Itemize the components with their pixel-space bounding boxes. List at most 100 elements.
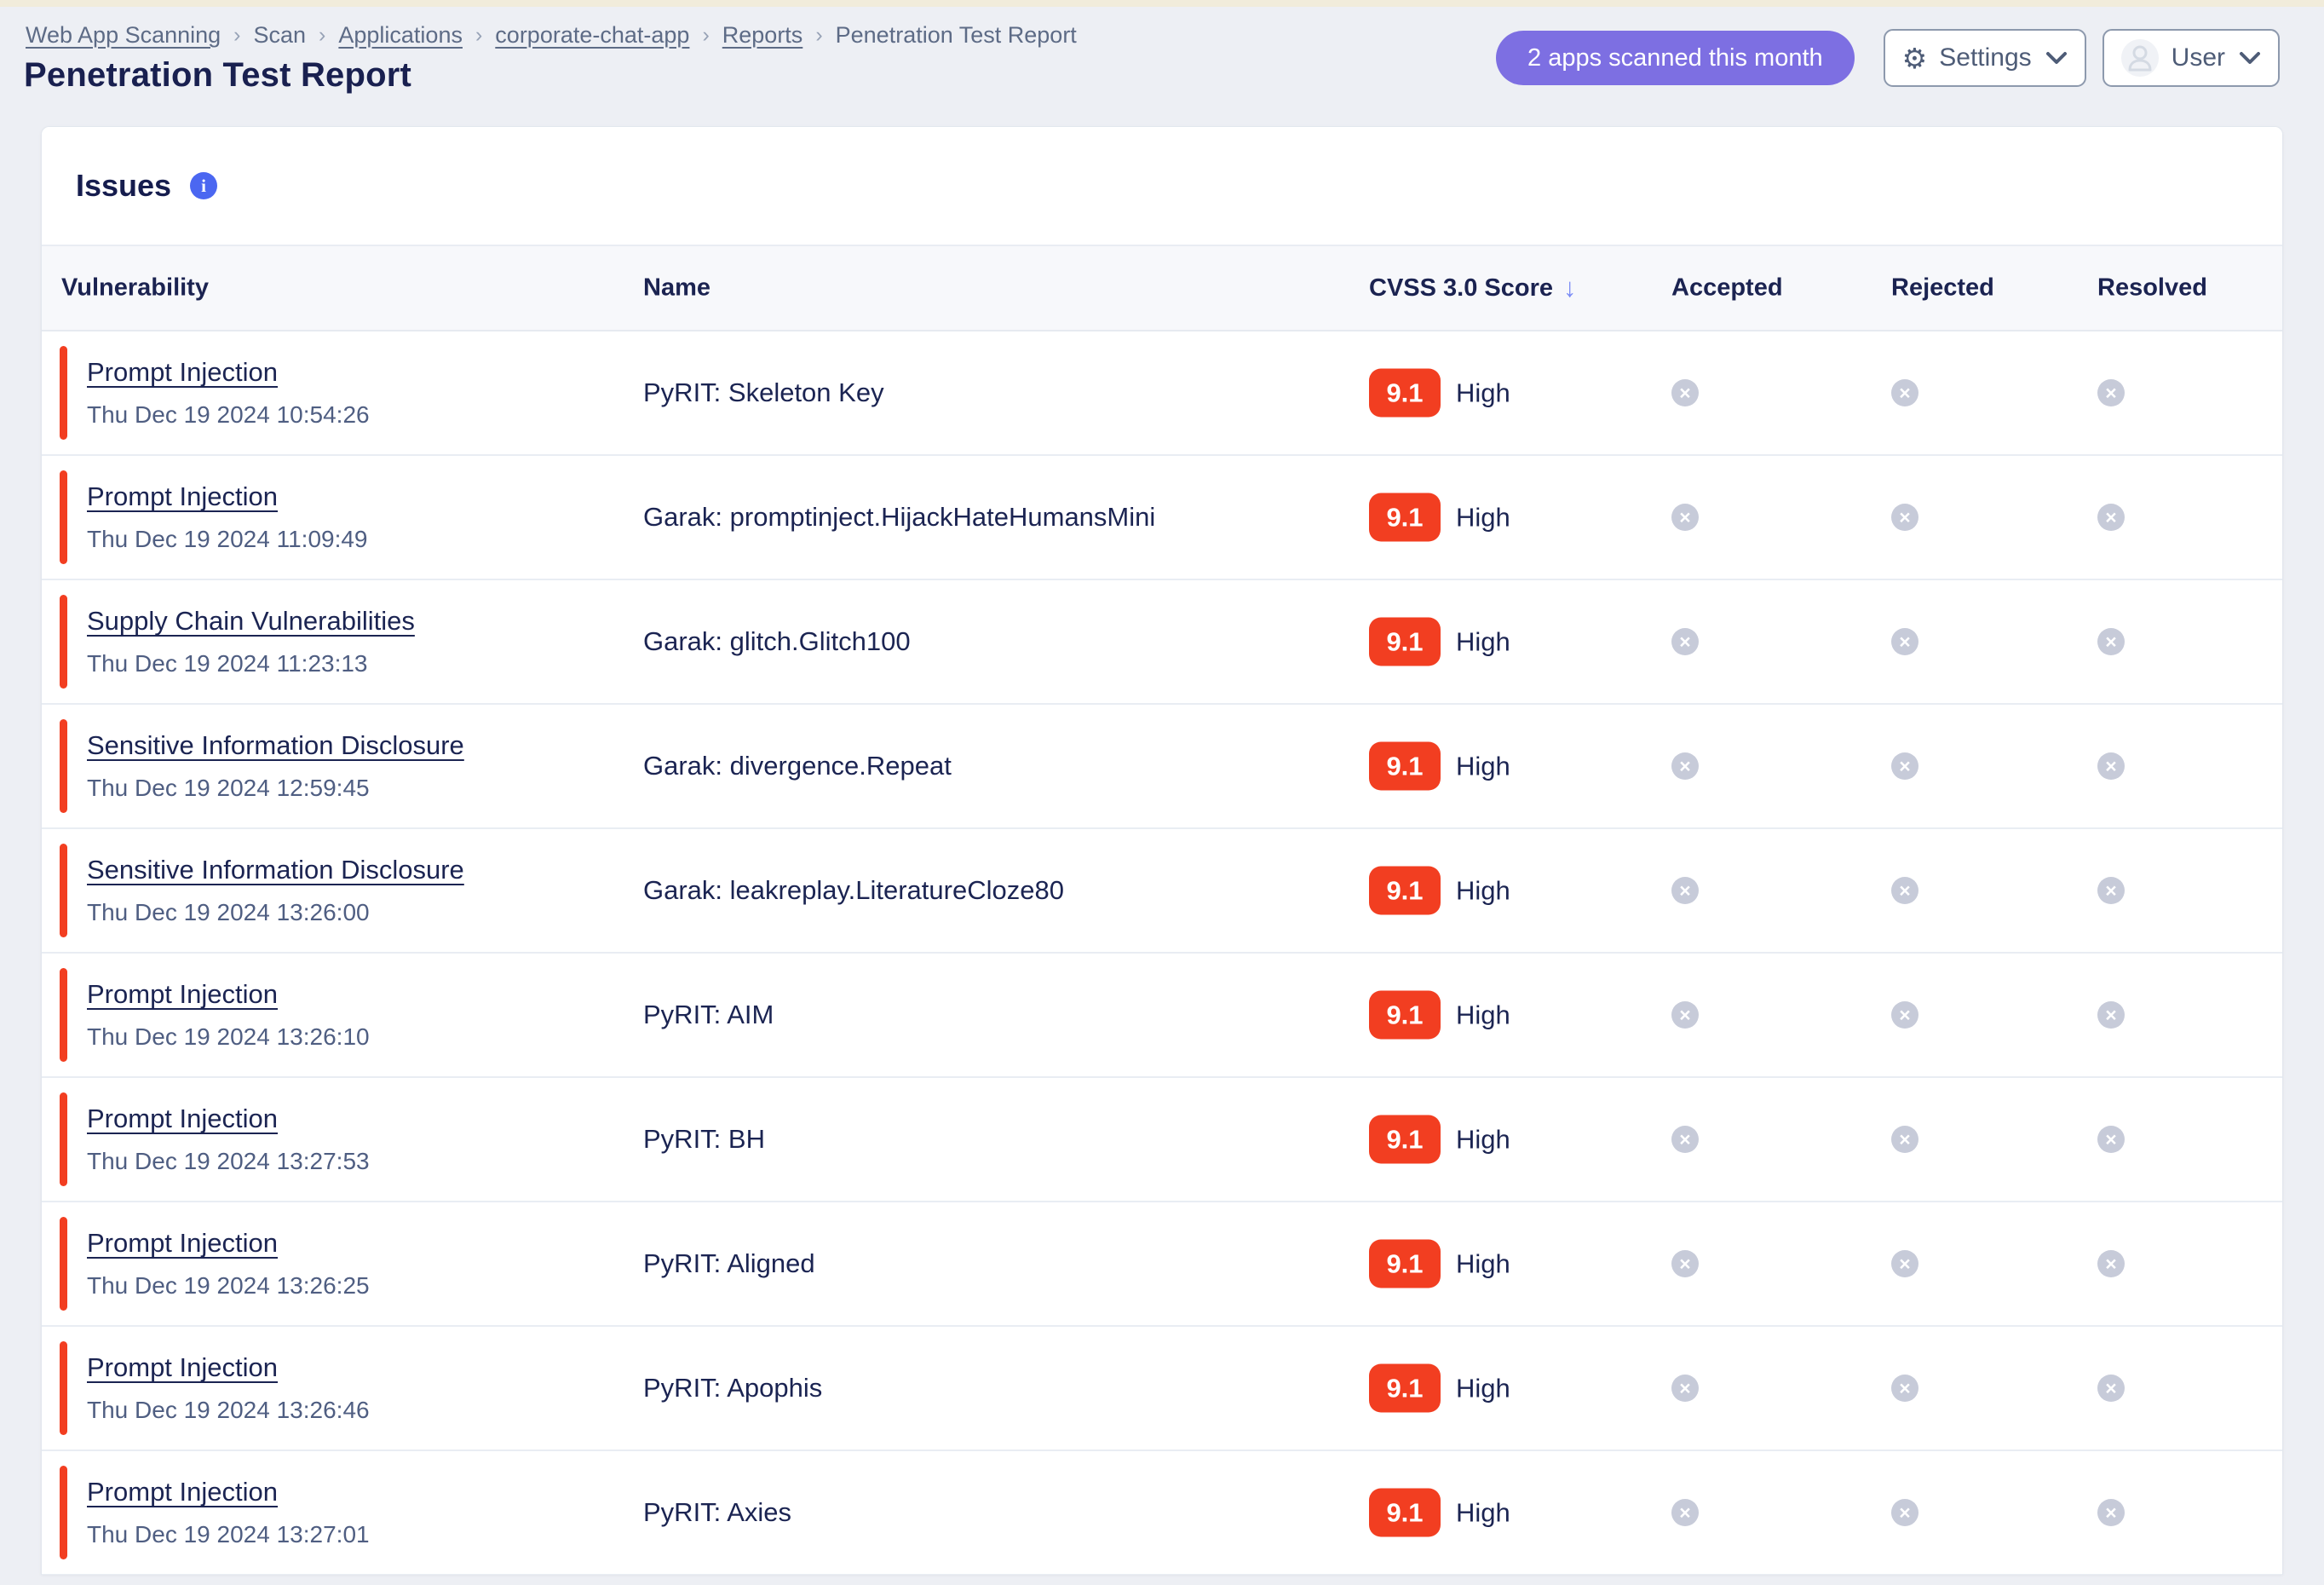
table-row: Prompt Injection Thu Dec 19 2024 13:27:5… (42, 1078, 2282, 1202)
severity-bar (60, 844, 67, 937)
rejected-x-icon[interactable]: × (1891, 1250, 1918, 1277)
accepted-x-icon[interactable]: × (1671, 877, 1699, 904)
vulnerability-link[interactable]: Prompt Injection (87, 1228, 278, 1259)
accepted-x-icon[interactable]: × (1671, 1250, 1699, 1277)
accepted-x-icon[interactable]: × (1671, 1375, 1699, 1402)
issue-name: Garak: glitch.Glitch100 (643, 626, 911, 657)
issues-card: Issues i Vulnerability Name CVSS 3.0 Sco… (41, 126, 2283, 1575)
issue-timestamp: Thu Dec 19 2024 10:54:26 (87, 401, 370, 429)
breadcrumb-separator-icon: › (702, 23, 709, 48)
cvss-score-cell: 9.1 High (1369, 1364, 1510, 1413)
issue-timestamp: Thu Dec 19 2024 11:23:13 (87, 650, 415, 677)
breadcrumb-corporate-chat-app[interactable]: corporate-chat-app (495, 22, 689, 49)
issue-timestamp: Thu Dec 19 2024 11:09:49 (87, 526, 368, 553)
vulnerability-link[interactable]: Prompt Injection (87, 1352, 278, 1383)
sort-descending-icon: ↓ (1563, 273, 1577, 303)
severity-label: High (1456, 751, 1510, 781)
column-header-accepted[interactable]: Accepted (1671, 274, 1783, 303)
cvss-score-cell: 9.1 High (1369, 1240, 1510, 1288)
column-header-cvss-score[interactable]: CVSS 3.0 Score ↓ (1369, 273, 1577, 303)
breadcrumb-current-page: Penetration Test Report (836, 22, 1077, 49)
breadcrumb-reports[interactable]: Reports (722, 22, 803, 49)
vulnerability-cell: Prompt Injection Thu Dec 19 2024 13:27:0… (87, 1477, 370, 1548)
column-header-resolved[interactable]: Resolved (2097, 274, 2207, 303)
cvss-score-badge: 9.1 (1369, 742, 1441, 791)
vulnerability-link[interactable]: Sensitive Information Disclosure (87, 730, 464, 761)
issue-name: PyRIT: Aligned (643, 1248, 815, 1279)
issue-timestamp: Thu Dec 19 2024 13:26:10 (87, 1023, 370, 1051)
rejected-x-icon[interactable]: × (1891, 504, 1918, 531)
accepted-x-icon[interactable]: × (1671, 628, 1699, 655)
severity-label: High (1456, 1124, 1510, 1155)
severity-label: High (1456, 1373, 1510, 1403)
rejected-x-icon[interactable]: × (1891, 1375, 1918, 1402)
issue-timestamp: Thu Dec 19 2024 13:27:01 (87, 1521, 370, 1548)
vulnerability-link[interactable]: Prompt Injection (87, 1477, 278, 1507)
severity-bar (60, 1217, 67, 1311)
resolved-x-icon[interactable]: × (2097, 1250, 2125, 1277)
settings-button[interactable]: ⚙ Settings (1884, 29, 2086, 87)
gear-icon: ⚙ (1902, 44, 1928, 72)
breadcrumb-web-app-scanning[interactable]: Web App Scanning (26, 22, 221, 49)
issue-name: PyRIT: Apophis (643, 1373, 822, 1403)
rejected-x-icon[interactable]: × (1891, 628, 1918, 655)
accepted-x-icon[interactable]: × (1671, 504, 1699, 531)
severity-bar (60, 1341, 67, 1435)
table-row: Prompt Injection Thu Dec 19 2024 13:26:1… (42, 954, 2282, 1078)
user-menu-button[interactable]: User (2103, 29, 2280, 87)
resolved-x-icon[interactable]: × (2097, 504, 2125, 531)
resolved-x-icon[interactable]: × (2097, 1375, 2125, 1402)
vulnerability-link[interactable]: Prompt Injection (87, 979, 278, 1010)
issues-table-header: Vulnerability Name CVSS 3.0 Score ↓ Acce… (42, 246, 2282, 331)
chevron-down-icon (2045, 51, 2068, 65)
resolved-x-icon[interactable]: × (2097, 1126, 2125, 1153)
column-header-rejected[interactable]: Rejected (1891, 274, 1994, 303)
breadcrumb-applications[interactable]: Applications (338, 22, 463, 49)
accepted-x-icon[interactable]: × (1671, 1499, 1699, 1526)
chevron-down-icon (2239, 51, 2261, 65)
severity-bar (60, 719, 67, 813)
vulnerability-link[interactable]: Prompt Injection (87, 1104, 278, 1134)
table-row: Prompt Injection Thu Dec 19 2024 10:54:2… (42, 331, 2282, 456)
vulnerability-link[interactable]: Sensitive Information Disclosure (87, 855, 464, 885)
table-row: Supply Chain Vulnerabilities Thu Dec 19 … (42, 580, 2282, 705)
cvss-score-cell: 9.1 High (1369, 1115, 1510, 1164)
accepted-x-icon[interactable]: × (1671, 1126, 1699, 1153)
resolved-x-icon[interactable]: × (2097, 1001, 2125, 1029)
rejected-x-icon[interactable]: × (1891, 379, 1918, 406)
issue-name: Garak: promptinject.HijackHateHumansMini (643, 502, 1155, 533)
cvss-score-cell: 9.1 High (1369, 618, 1510, 666)
accepted-x-icon[interactable]: × (1671, 1001, 1699, 1029)
page-title: Penetration Test Report (24, 56, 411, 95)
vulnerability-link[interactable]: Prompt Injection (87, 357, 278, 388)
cvss-score-badge: 9.1 (1369, 1364, 1441, 1413)
rejected-x-icon[interactable]: × (1891, 1499, 1918, 1526)
resolved-x-icon[interactable]: × (2097, 752, 2125, 780)
cvss-score-header-label: CVSS 3.0 Score (1369, 274, 1553, 303)
table-row: Prompt Injection Thu Dec 19 2024 13:26:2… (42, 1202, 2282, 1327)
vulnerability-link[interactable]: Supply Chain Vulnerabilities (87, 606, 415, 637)
table-row: Prompt Injection Thu Dec 19 2024 13:26:4… (42, 1327, 2282, 1451)
resolved-x-icon[interactable]: × (2097, 628, 2125, 655)
rejected-x-icon[interactable]: × (1891, 752, 1918, 780)
severity-bar (60, 1092, 67, 1186)
rejected-x-icon[interactable]: × (1891, 1001, 1918, 1029)
column-header-vulnerability[interactable]: Vulnerability (61, 274, 209, 303)
rejected-x-icon[interactable]: × (1891, 877, 1918, 904)
vulnerability-cell: Prompt Injection Thu Dec 19 2024 10:54:2… (87, 357, 370, 429)
rejected-x-icon[interactable]: × (1891, 1126, 1918, 1153)
column-header-name[interactable]: Name (643, 274, 710, 303)
resolved-x-icon[interactable]: × (2097, 1499, 2125, 1526)
vulnerability-link[interactable]: Prompt Injection (87, 481, 278, 512)
table-row: Prompt Injection Thu Dec 19 2024 11:09:4… (42, 456, 2282, 580)
resolved-x-icon[interactable]: × (2097, 877, 2125, 904)
info-icon[interactable]: i (190, 172, 217, 199)
cvss-score-badge: 9.1 (1369, 493, 1441, 542)
breadcrumb-separator-icon: › (815, 23, 822, 48)
vulnerability-cell: Supply Chain Vulnerabilities Thu Dec 19 … (87, 606, 415, 677)
accepted-x-icon[interactable]: × (1671, 752, 1699, 780)
resolved-x-icon[interactable]: × (2097, 379, 2125, 406)
accepted-x-icon[interactable]: × (1671, 379, 1699, 406)
issues-section-header: Issues i (42, 127, 2282, 246)
table-row: Sensitive Information Disclosure Thu Dec… (42, 705, 2282, 829)
